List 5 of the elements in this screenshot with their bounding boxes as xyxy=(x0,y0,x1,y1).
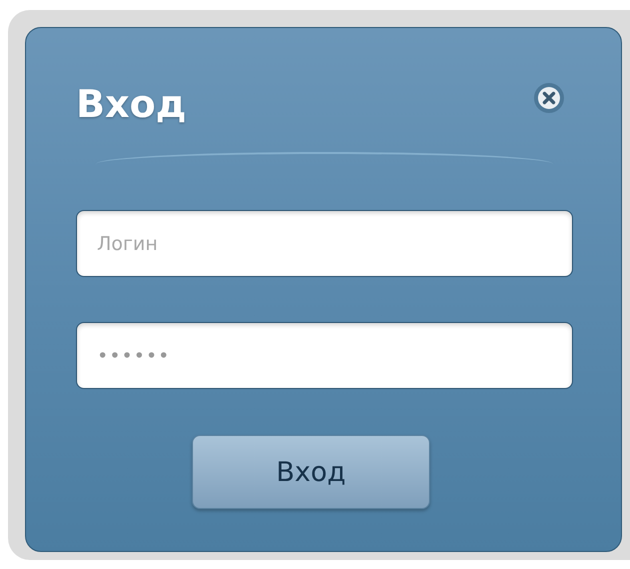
dialog-title: Вход xyxy=(76,82,186,126)
close-icon xyxy=(533,82,565,114)
close-button[interactable] xyxy=(533,82,565,114)
login-button[interactable]: Вход xyxy=(192,435,430,509)
login-field[interactable]: Логин xyxy=(76,210,573,277)
